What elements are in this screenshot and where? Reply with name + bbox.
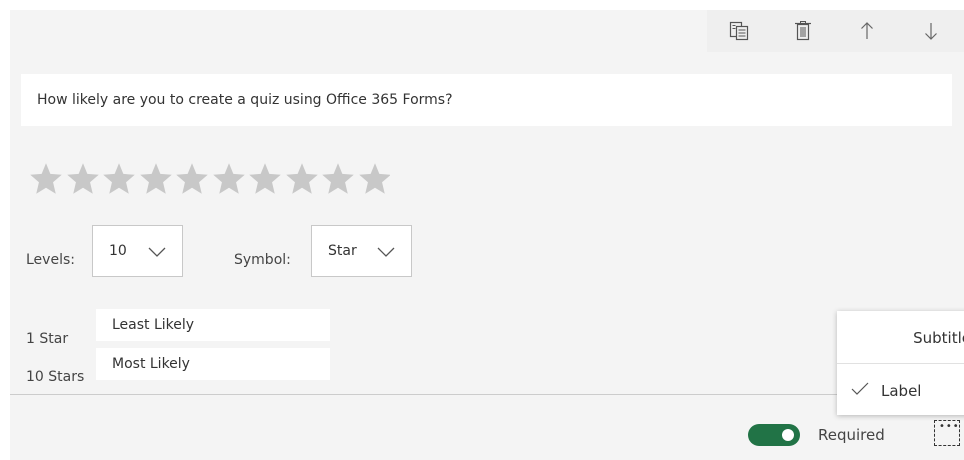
star-icon xyxy=(212,163,245,194)
levels-label: Levels: xyxy=(26,252,75,268)
move-up-icon xyxy=(860,22,874,40)
menu-item-label-text: Label xyxy=(881,382,922,400)
delete-button[interactable] xyxy=(771,10,835,52)
delete-icon xyxy=(794,21,812,41)
star-icon xyxy=(103,163,135,194)
move-up-button[interactable] xyxy=(835,10,899,52)
footer-divider xyxy=(10,394,964,395)
star-icon xyxy=(358,163,390,194)
low-label-name: 1 Star xyxy=(26,331,69,347)
star-icon xyxy=(249,163,281,194)
move-down-button[interactable] xyxy=(899,10,963,52)
toggle-knob xyxy=(782,429,794,441)
move-down-icon xyxy=(924,22,938,40)
menu-item-subtitle-label: Subtitle xyxy=(913,329,964,347)
levels-value: 10 xyxy=(109,243,127,259)
symbol-value: Star xyxy=(328,243,357,259)
star-icon xyxy=(139,163,172,194)
more-icon: ••• xyxy=(939,421,960,432)
more-options-button[interactable]: ••• xyxy=(934,420,960,446)
question-card: Levels: 10 Symbol: Star 1 Star 10 Stars … xyxy=(10,10,964,460)
copy-button[interactable] xyxy=(707,10,771,52)
star-icon xyxy=(285,163,318,194)
check-icon xyxy=(851,382,869,395)
star-icon xyxy=(30,163,62,194)
symbol-select[interactable]: Star xyxy=(311,225,412,277)
star-icon xyxy=(66,163,99,194)
required-label: Required xyxy=(818,426,885,444)
star-icon xyxy=(322,163,354,194)
menu-item-label[interactable]: Label xyxy=(837,363,964,415)
levels-select[interactable]: 10 xyxy=(92,225,183,277)
symbol-label: Symbol: xyxy=(234,252,291,268)
rating-stars xyxy=(28,161,390,199)
high-label-name: 10 Stars xyxy=(26,369,85,385)
high-label-input[interactable] xyxy=(96,348,330,380)
more-options-menu: Subtitle Label xyxy=(837,311,964,415)
menu-item-subtitle[interactable]: Subtitle xyxy=(837,311,964,363)
star-icon xyxy=(176,163,208,194)
low-label-input[interactable] xyxy=(96,309,330,341)
question-title-input[interactable] xyxy=(21,74,952,126)
required-toggle[interactable] xyxy=(748,424,800,446)
copy-icon xyxy=(729,21,749,41)
question-toolbar xyxy=(707,10,964,52)
